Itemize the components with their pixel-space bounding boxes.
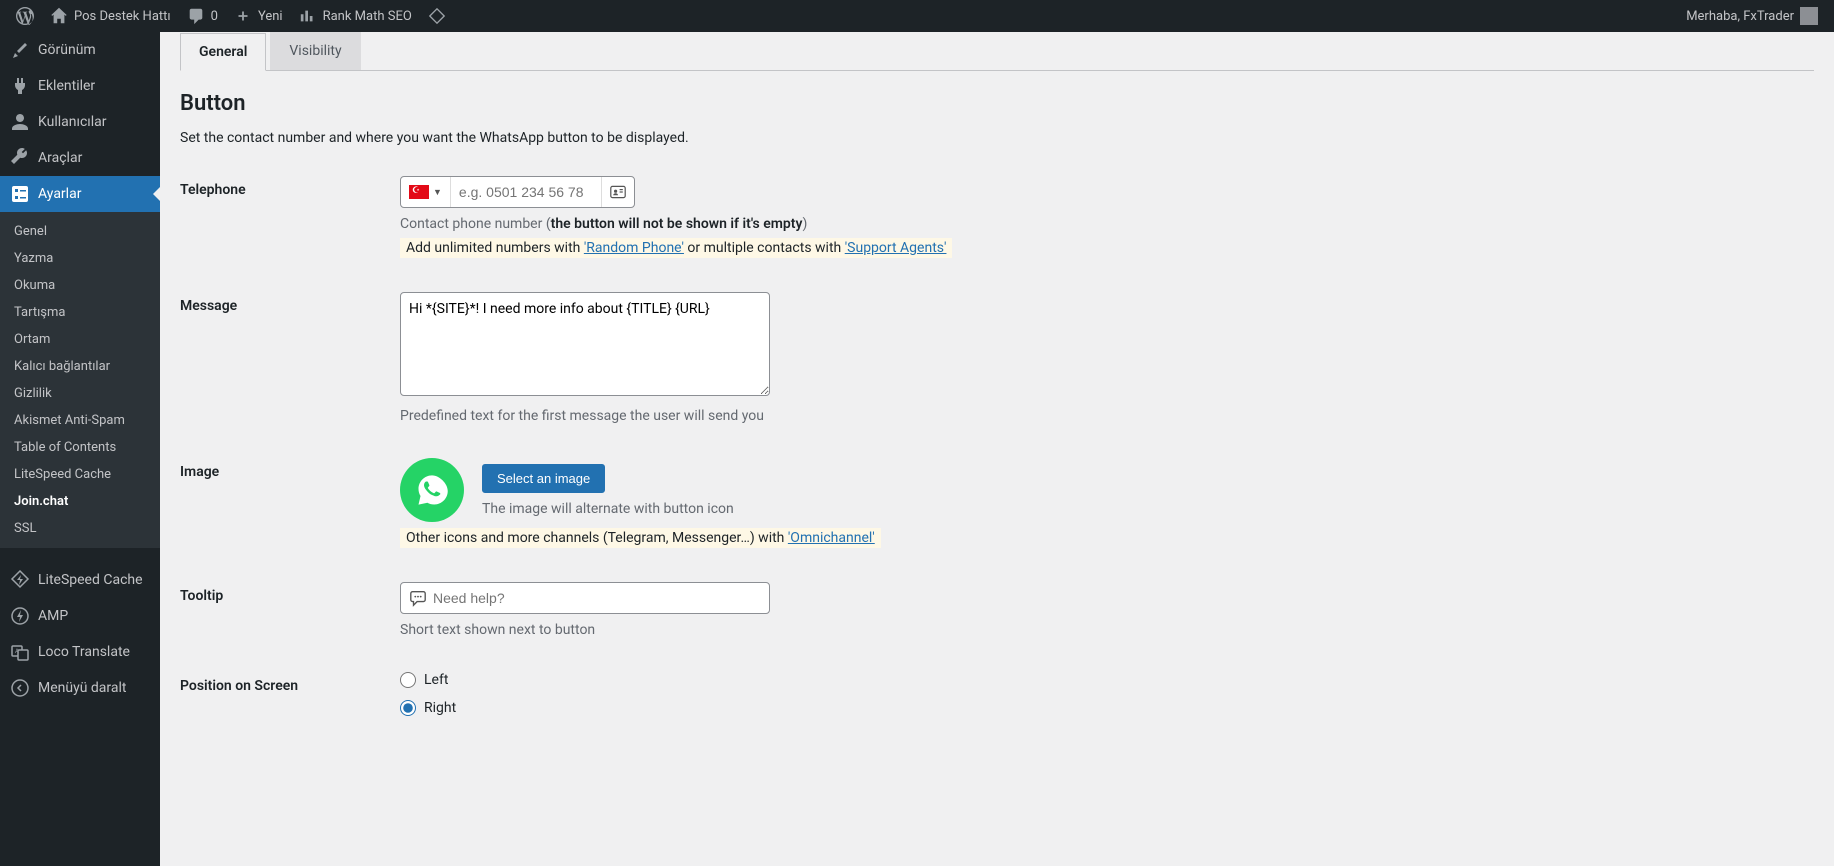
sidebar-item-amp[interactable]: AMP xyxy=(0,598,160,634)
wp-logo-menu[interactable] xyxy=(8,0,42,32)
support-agents-link[interactable]: 'Support Agents' xyxy=(845,240,947,256)
tooltip-input[interactable] xyxy=(433,590,761,606)
avatar-icon xyxy=(1800,7,1818,25)
tab-general[interactable]: General xyxy=(180,33,266,71)
translate-icon: A xyxy=(10,642,30,662)
sidebar-item-ayarlar[interactable]: Ayarlar xyxy=(0,176,160,212)
tab-nav: General Visibility xyxy=(180,32,1814,71)
chart-icon xyxy=(299,7,317,25)
telephone-hint: Add unlimited numbers with 'Random Phone… xyxy=(400,238,952,258)
submenu-item[interactable]: Ortam xyxy=(0,326,160,353)
flag-tr-icon xyxy=(409,185,429,199)
position-right-option[interactable]: Right xyxy=(400,700,1814,716)
comments-count: 0 xyxy=(211,9,218,24)
contact-card-icon xyxy=(610,185,626,199)
greeting-label: Merhaba, FxTrader xyxy=(1686,9,1794,24)
svg-text:A: A xyxy=(15,648,19,655)
submenu-item[interactable]: Kalıcı bağlantılar xyxy=(0,353,160,380)
submenu-item[interactable]: Akismet Anti-Spam xyxy=(0,407,160,434)
tooltip-input-group xyxy=(400,582,770,614)
tooltip-label: Tooltip xyxy=(180,582,400,604)
user-icon xyxy=(10,112,30,132)
position-left-option[interactable]: Left xyxy=(400,672,1814,688)
sliders-icon xyxy=(10,184,30,204)
submenu-item[interactable]: Table of Contents xyxy=(0,434,160,461)
caret-down-icon: ▼ xyxy=(433,187,442,198)
wrench-icon xyxy=(10,148,30,168)
rankmath-menu[interactable]: Rank Math SEO xyxy=(291,0,420,32)
settings-submenu: GenelYazmaOkumaTartışmaOrtamKalıcı bağla… xyxy=(0,212,160,548)
position-right-radio[interactable] xyxy=(400,700,416,716)
image-hint: Other icons and more channels (Telegram,… xyxy=(400,528,881,548)
rankmath-label: Rank Math SEO xyxy=(323,9,412,24)
sidebar-item-eklentiler[interactable]: Eklentiler xyxy=(0,68,160,104)
image-description: The image will alternate with button ico… xyxy=(482,501,734,517)
section-description: Set the contact number and where you wan… xyxy=(180,130,1814,146)
submenu-item[interactable]: Tartışma xyxy=(0,299,160,326)
submenu-item[interactable]: Join.chat xyxy=(0,488,160,515)
telephone-input[interactable] xyxy=(451,177,601,207)
message-description: Predefined text for the first message th… xyxy=(400,408,1814,424)
user-menu[interactable]: Merhaba, FxTrader xyxy=(1678,0,1826,32)
submenu-item[interactable]: Gizlilik xyxy=(0,380,160,407)
home-icon xyxy=(50,7,68,25)
whatsapp-preview-icon xyxy=(400,458,464,522)
speech-bubble-icon xyxy=(409,589,427,607)
submenu-item[interactable]: Okuma xyxy=(0,272,160,299)
amp-icon xyxy=(10,606,30,626)
telephone-description: Contact phone number (the button will no… xyxy=(400,216,1814,232)
brush-icon xyxy=(10,40,30,60)
telephone-input-group: ▼ xyxy=(400,176,635,208)
collapse-icon xyxy=(10,678,30,698)
comments-menu[interactable]: 0 xyxy=(179,0,226,32)
sidebar-item-collapse[interactable]: Menüyü daralt xyxy=(0,670,160,706)
new-content-menu[interactable]: Yeni xyxy=(226,0,291,32)
new-label: Yeni xyxy=(258,9,283,24)
message-label: Message xyxy=(180,292,400,314)
admin-bar: Pos Destek Hattı 0 Yeni Rank Math SEO Me… xyxy=(0,0,1834,32)
comment-icon xyxy=(187,7,205,25)
position-label: Position on Screen xyxy=(180,672,400,694)
whatsapp-icon xyxy=(414,472,450,508)
submenu-item[interactable]: Genel xyxy=(0,218,160,245)
position-left-radio[interactable] xyxy=(400,672,416,688)
message-textarea[interactable]: Hi *{SITE}*! I need more info about {TIT… xyxy=(400,292,770,396)
diamond-icon xyxy=(428,7,446,25)
image-label: Image xyxy=(180,458,400,480)
submenu-item[interactable]: Yazma xyxy=(0,245,160,272)
sidebar-item-kullanıcılar[interactable]: Kullanıcılar xyxy=(0,104,160,140)
country-selector[interactable]: ▼ xyxy=(401,177,451,207)
tab-visibility[interactable]: Visibility xyxy=(270,32,360,70)
plug-icon xyxy=(10,76,30,96)
omnichannel-link[interactable]: 'Omnichannel' xyxy=(788,530,875,546)
bolt-icon xyxy=(10,570,30,590)
select-image-button[interactable]: Select an image xyxy=(482,464,605,493)
sidebar-item-translate[interactable]: ALoco Translate xyxy=(0,634,160,670)
site-name-label: Pos Destek Hattı xyxy=(74,9,171,24)
section-title: Button xyxy=(180,91,1814,116)
tooltip-description: Short text shown next to button xyxy=(400,622,1814,638)
telephone-label: Telephone xyxy=(180,176,400,198)
submenu-item[interactable]: LiteSpeed Cache xyxy=(0,461,160,488)
submenu-item[interactable]: SSL xyxy=(0,515,160,542)
site-name-menu[interactable]: Pos Destek Hattı xyxy=(42,0,179,32)
sidebar-item-araçlar[interactable]: Araçlar xyxy=(0,140,160,176)
sidebar-item-görünüm[interactable]: Görünüm xyxy=(0,32,160,68)
plus-icon xyxy=(234,7,252,25)
extra-menu[interactable] xyxy=(420,0,454,32)
wordpress-icon xyxy=(16,7,34,25)
admin-sidebar: GörünümEklentilerKullanıcılarAraçlarAyar… xyxy=(0,32,160,866)
main-content: General Visibility Button Set the contac… xyxy=(160,32,1834,782)
random-phone-link[interactable]: 'Random Phone' xyxy=(584,240,684,256)
sidebar-item-bolt[interactable]: LiteSpeed Cache xyxy=(0,562,160,598)
contacts-button[interactable] xyxy=(601,177,634,207)
